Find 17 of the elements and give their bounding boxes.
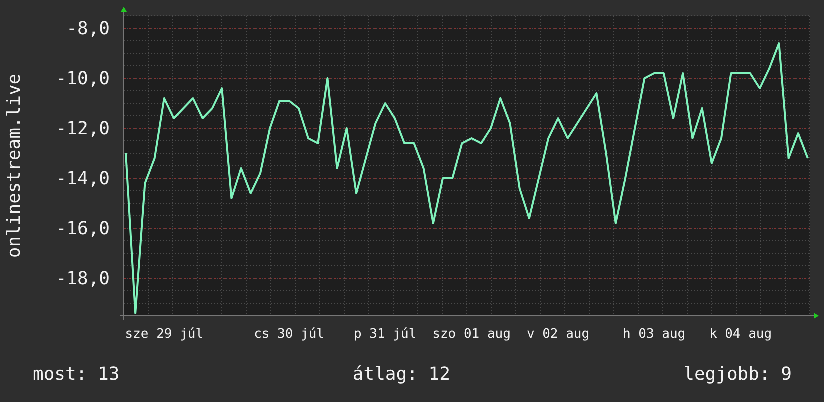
x-tick-label: szo 01 aug bbox=[432, 327, 511, 342]
stat-text: átlag: 12 bbox=[352, 364, 450, 385]
x-tick-label: h 03 aug bbox=[623, 327, 686, 342]
stat-text: most: 13 bbox=[33, 364, 120, 385]
y-tick-label: -18,0 bbox=[56, 268, 110, 290]
x-tick-label: k 04 aug bbox=[709, 327, 772, 342]
x-tick-label: p 31 júl bbox=[354, 327, 417, 342]
y-tick-label: -12,0 bbox=[56, 118, 110, 140]
y-axis-title: onlinestream.live bbox=[4, 74, 25, 258]
stat-text: legjobb: 9 bbox=[684, 364, 792, 385]
y-tick-label: -10,0 bbox=[56, 68, 110, 90]
x-tick-label: sze 29 júl bbox=[125, 327, 204, 342]
y-tick-label: -14,0 bbox=[56, 168, 110, 190]
y-tick-label: -16,0 bbox=[56, 218, 110, 240]
y-tick-label: -8,0 bbox=[66, 18, 110, 40]
x-tick-label: v 02 aug bbox=[526, 327, 590, 342]
x-tick-label: cs 30 júl bbox=[254, 327, 325, 342]
